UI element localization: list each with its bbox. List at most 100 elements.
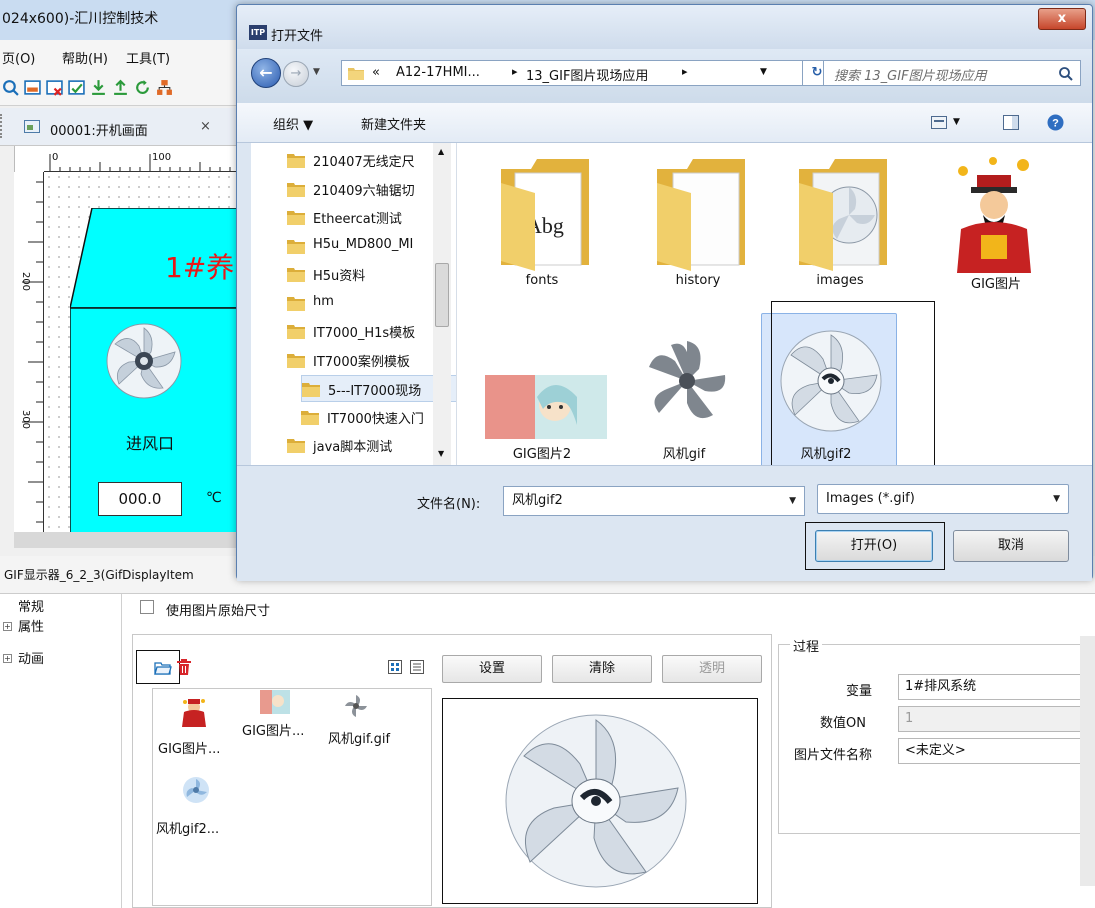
expand-icon[interactable]: + [3,622,12,631]
folder-tree[interactable]: 210407无线定尺 210409六轴锯切 Etheercat测试 H5u_MD800… [251,143,457,465]
preview-pane-icon[interactable] [1003,115,1019,130]
thumb-label: GIG图片... [158,742,221,757]
image-file-name-label: 图片文件名称 [794,748,873,763]
folder-tree-item[interactable]: IT7000案例模板 [287,347,456,374]
menu-item-help[interactable]: 帮助(H) [62,48,108,67]
canvas-hscrollbar[interactable] [14,532,245,548]
file-item-images[interactable]: images [769,143,911,309]
chevron-down-icon[interactable]: ▼ [760,67,767,77]
tree-item-animation[interactable]: 动画 [18,648,44,667]
breadcrumb-separator[interactable]: ▸ [512,65,518,78]
folder-tree-item[interactable]: hm [287,290,456,317]
close-tab-icon[interactable]: × [200,119,211,134]
cancel-button[interactable]: 取消 [953,530,1069,562]
organize-button[interactable]: 组织 ▼ [273,114,313,133]
anime-thumb[interactable] [260,690,290,714]
delete-screen-icon[interactable] [46,79,63,96]
back-arrow-icon[interactable]: ← [251,58,281,88]
search-input[interactable]: 搜索 13_GIF图片现场应用 [823,60,1081,86]
tree-item-properties[interactable]: 属性 [18,616,44,635]
folder-tree-label: IT7000案例模板 [313,354,410,370]
fan-light-thumb[interactable] [182,776,210,804]
scroll-thumb[interactable] [435,263,449,327]
breadcrumb-separator[interactable]: ▸ [682,65,688,78]
folder-tree-label: hm [313,293,334,309]
folder-tree-item[interactable]: Etheercat测试 [287,204,456,231]
folder-tree-item[interactable]: 210407无线定尺 [287,147,456,174]
file-item-fan-gif[interactable]: 风机gif [613,305,755,471]
file-name: GIG图片2 [512,447,572,462]
value-on-field[interactable]: 1 [898,706,1088,732]
chevron-down-icon[interactable]: ▼ [1053,485,1060,513]
god-of-wealth-thumb[interactable] [180,698,208,728]
folder-tree-label: 210407无线定尺 [313,155,415,170]
address-row: ← → ▼ « A12-17HMI... ▸ 13_GIF图片现场应用 ▸ ▼ … [237,49,1092,103]
properties-scrollbar[interactable] [1080,636,1095,886]
breadcrumb[interactable]: « A12-17HMI... ▸ 13_GIF图片现场应用 ▸ ▼ [341,60,803,86]
folder-tree-item[interactable]: 210409六轴锯切 [287,176,456,203]
folder-tree-scrollbar[interactable]: ▲ ▼ [433,143,451,465]
file-item-gig[interactable]: GIG图片 [925,143,1067,309]
image-file-name-field[interactable]: <未定义> [898,738,1088,764]
transparent-button[interactable]: 透明 [662,655,762,683]
variable-field[interactable]: 1#排风系统 [898,674,1088,700]
chevron-down-icon[interactable]: ▼ [789,487,796,515]
dialog-footer: 文件名(N): 风机gif2 ▼ Images (*.gif) ▼ 打开(O) … [237,465,1092,581]
file-item-gig2[interactable]: GIG图片2 [471,305,613,471]
file-item-fonts[interactable]: Abg fonts [471,143,613,309]
open-folder-icon[interactable] [154,660,172,676]
set-button[interactable]: 设置 [442,655,542,683]
check-screen-icon[interactable] [68,79,85,96]
history-dropdown-icon[interactable]: ▼ [313,67,320,77]
network-icon[interactable] [156,79,173,96]
fan-dark-image [641,335,733,427]
screen-icon[interactable] [24,79,41,96]
forward-arrow-icon[interactable]: → [283,61,309,87]
breadcrumb-overflow[interactable]: « [372,65,380,80]
file-item-history[interactable]: history [627,143,769,309]
folder-icon [287,352,305,372]
temperature-display[interactable]: 000.0 [98,482,182,516]
clear-button[interactable]: 清除 [552,655,652,683]
help-icon[interactable]: ? [1047,114,1064,131]
expand-icon[interactable]: + [3,654,12,663]
ruler-label-0: 0 [52,152,59,163]
file-type-select[interactable]: Images (*.gif) ▼ [817,484,1069,514]
filename-input[interactable]: 风机gif2 ▼ [503,486,805,516]
tree-item-general[interactable]: 常规 [18,596,44,615]
file-name: fonts [525,273,559,288]
scroll-up-icon[interactable]: ▲ [438,147,444,156]
folder-tree-label: H5u资料 [313,269,366,284]
view-dropdown-icon[interactable]: ▼ [953,117,960,127]
breadcrumb-item[interactable]: A12-17HMI... [396,65,480,80]
new-folder-button[interactable]: 新建文件夹 [361,114,426,133]
refresh-icon[interactable] [134,79,151,96]
fan-gif-graphic[interactable] [105,322,183,400]
menu-item-tools[interactable]: 工具(T) [126,48,170,67]
grid-view-icon[interactable] [388,660,402,674]
search-icon[interactable] [1058,66,1074,82]
zoom-icon[interactable] [2,79,19,96]
ruler-label-200: 200 [20,271,32,292]
open-button[interactable]: 打开(O) [815,530,933,562]
screen-tab[interactable]: 00001:开机画面 × [0,108,245,146]
folder-icon [287,181,305,201]
folder-tree-item[interactable]: java脚本测试 [287,432,456,459]
download-icon[interactable] [90,79,107,96]
view-mode-icon[interactable] [931,116,947,129]
breadcrumb-item[interactable]: 13_GIF图片现场应用 [526,65,648,84]
menu-item-page[interactable]: 页(O) [2,48,35,67]
folder-tree-item[interactable]: H5u_MD800_MI [287,233,456,260]
original-size-checkbox[interactable] [140,600,154,614]
upload-icon[interactable] [112,79,129,96]
list-view-icon[interactable] [410,660,424,674]
scroll-down-icon[interactable]: ▼ [438,449,444,458]
delete-icon[interactable] [176,658,192,676]
process-group-title: 过程 [790,636,823,655]
fan-dark-thumb[interactable] [344,694,368,718]
folder-tree-item[interactable]: IT7000_H1s模板 [287,318,456,345]
app-menubar: 页(O) 帮助(H) 工具(T) [0,40,245,70]
file-list[interactable]: Abg fonts history images GIG图片 GIG图片2 风机… [457,143,1092,475]
close-button[interactable]: x [1038,8,1086,30]
folder-tree-item[interactable]: H5u资料 [287,261,456,288]
